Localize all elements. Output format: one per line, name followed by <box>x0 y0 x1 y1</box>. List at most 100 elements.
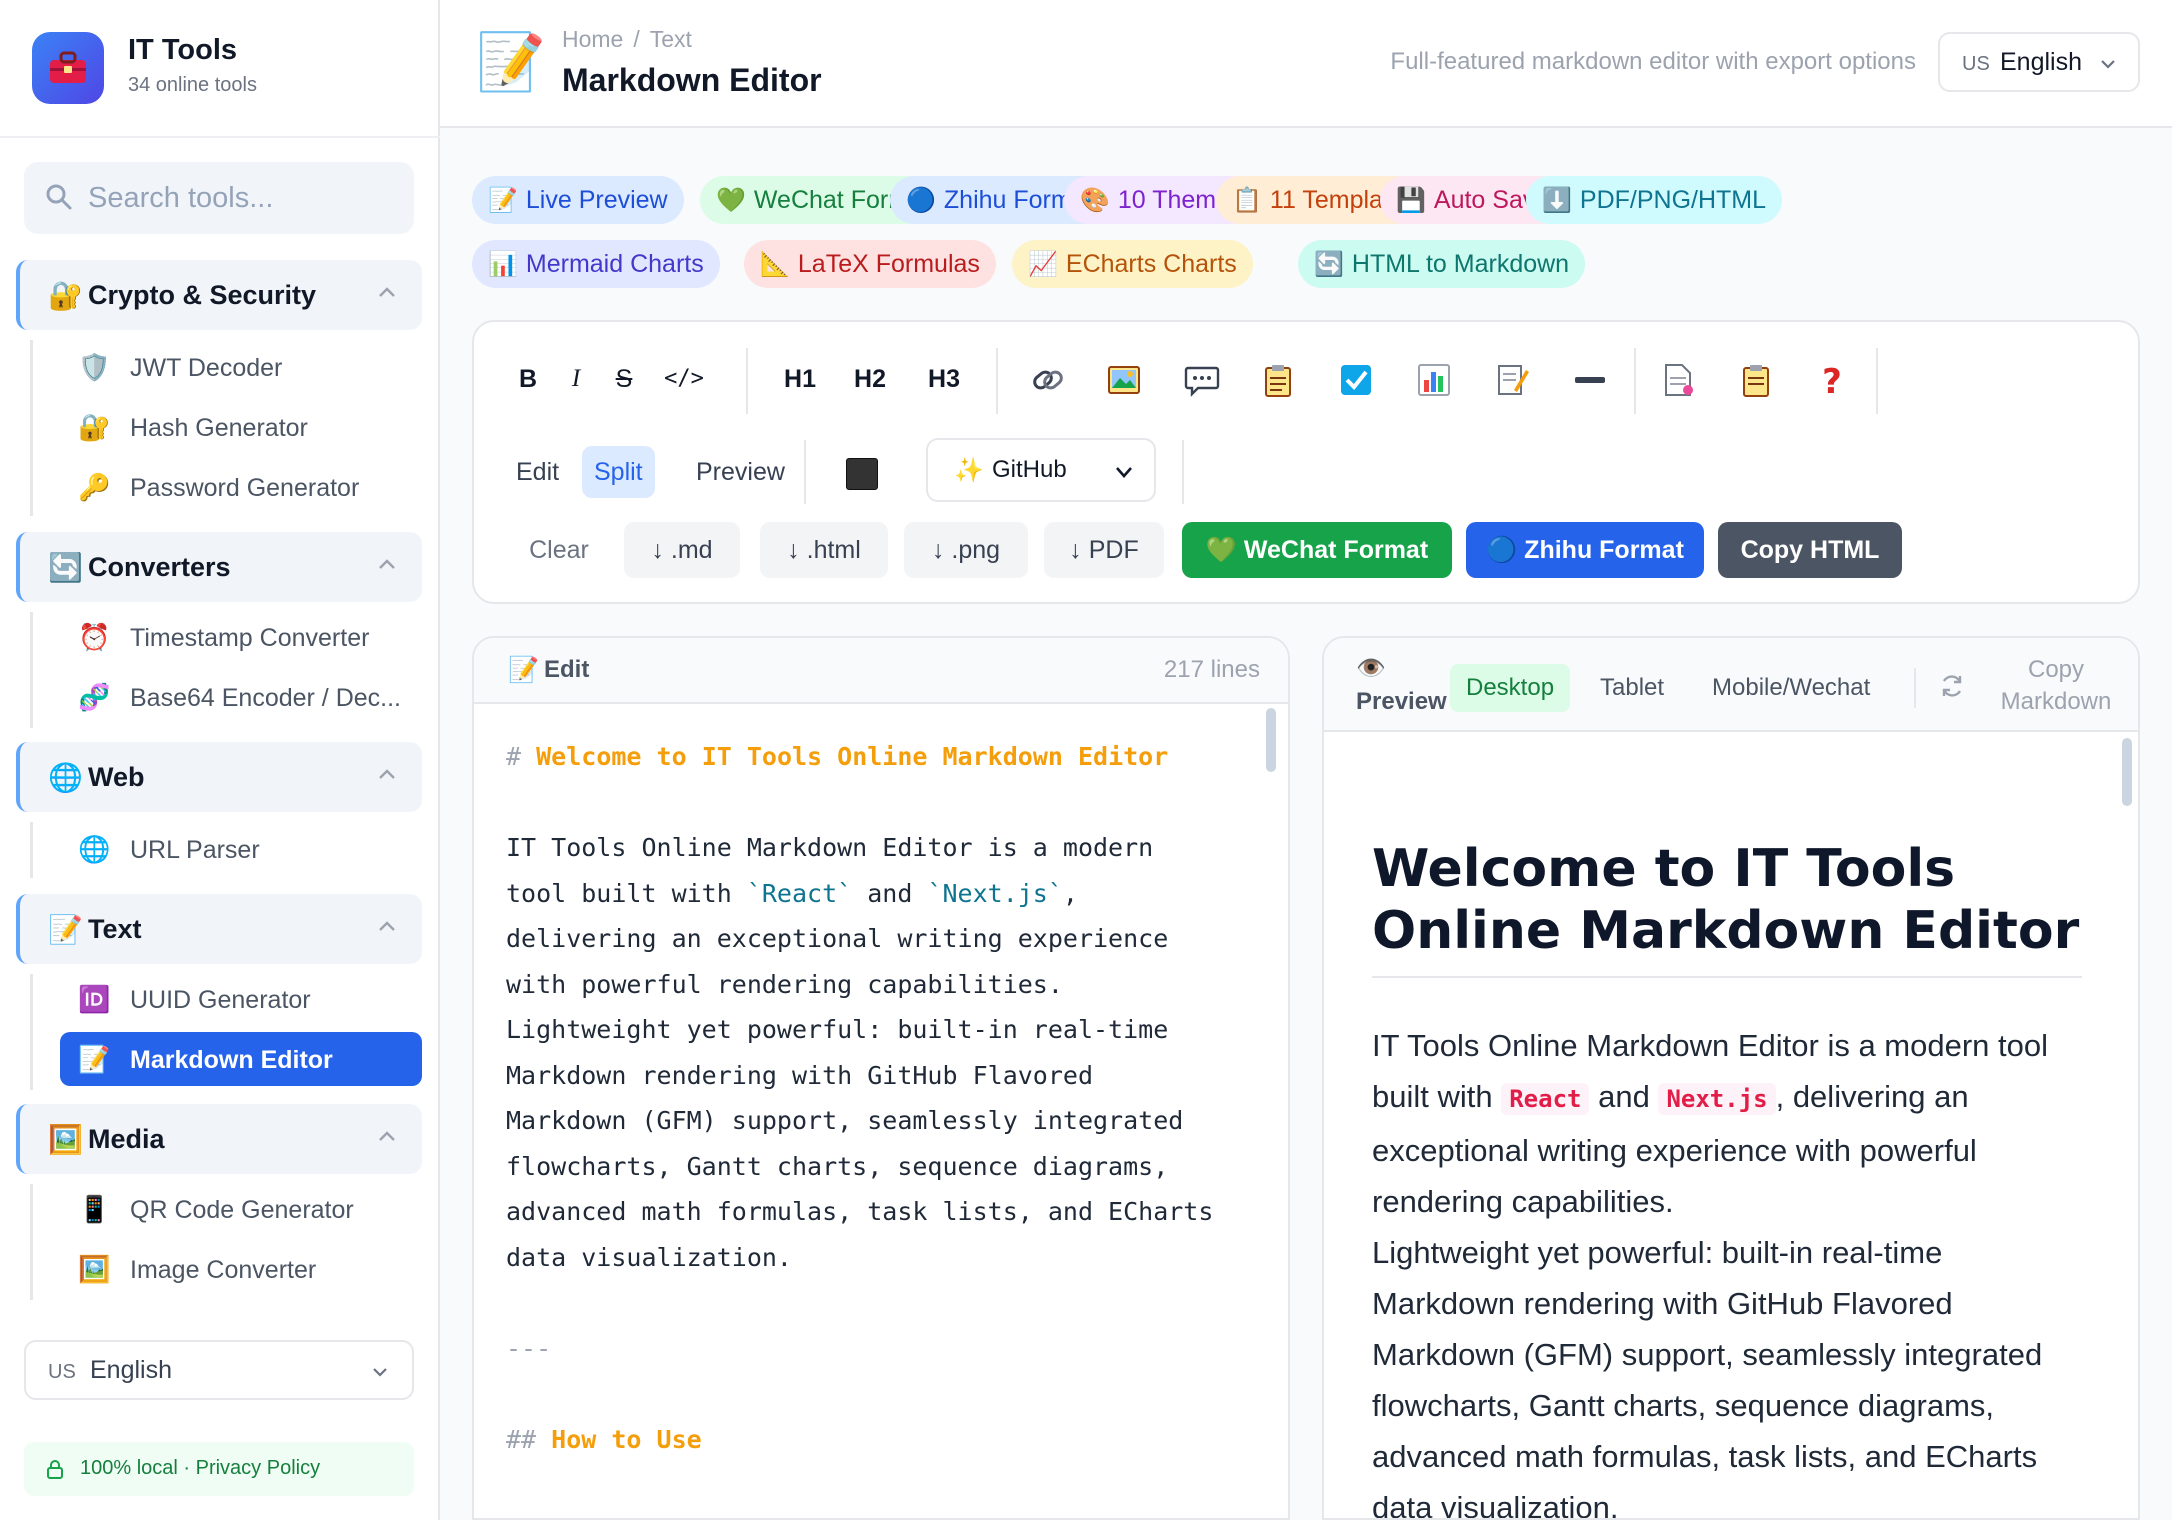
copy-markdown-button[interactable]: Copy Markdown <box>1996 654 2116 718</box>
clear-button[interactable]: Clear <box>504 522 614 578</box>
editor-header: 📝 Edit 217 lines <box>474 638 1288 704</box>
divider <box>1182 440 1184 504</box>
h2-button[interactable]: H2 <box>840 352 900 406</box>
code-line: flowcharts, Gantt charts, sequence diagr… <box>506 1151 1169 1181</box>
category-crypto-security[interactable]: 🔐 Crypto & Security <box>16 260 422 330</box>
app-logo[interactable] <box>32 32 104 104</box>
breadcrumb-text[interactable]: Text <box>650 26 692 52</box>
sidebar-item-label: URL Parser <box>130 836 260 864</box>
code-line: delivering an exceptional writing experi… <box>506 924 1169 953</box>
app-subtitle: 34 online tools <box>128 74 257 96</box>
quote-icon[interactable] <box>1184 362 1220 398</box>
sidebar-item-hash-generator[interactable]: 🔐 Hash Generator <box>60 400 422 454</box>
chevron-up-icon[interactable] <box>376 1126 398 1148</box>
chevron-up-icon[interactable] <box>376 554 398 576</box>
preview-scrollbar[interactable] <box>2122 738 2132 806</box>
image-icon[interactable] <box>1106 362 1142 398</box>
mode-split-button[interactable]: Split <box>582 446 655 498</box>
chevron-up-icon[interactable] <box>376 764 398 786</box>
link-icon[interactable] <box>1030 362 1066 398</box>
refresh-icon: 🔄 <box>1314 251 1344 278</box>
chevron-up-icon[interactable] <box>376 282 398 304</box>
zhihu-format-button[interactable]: 🔵 Zhihu Format <box>1466 522 1704 578</box>
sidebar-item-jwt-decoder[interactable]: 🛡️ JWT Decoder <box>60 340 422 394</box>
tree-line <box>30 822 33 878</box>
tree-line <box>30 612 33 728</box>
checkbox-icon[interactable] <box>1338 362 1374 398</box>
category-web[interactable]: 🌐 Web <box>16 742 422 812</box>
page-description: Full-featured markdown editor with expor… <box>1390 48 1916 75</box>
sidebar-item-image-converter[interactable]: 🖼️ Image Converter <box>60 1242 422 1296</box>
blue-circle-icon: 🔵 <box>906 187 936 214</box>
wechat-format-button[interactable]: 💚 WeChat Format <box>1182 522 1452 578</box>
green-heart-icon: 💚 <box>716 187 746 214</box>
code-block-icon[interactable] <box>1494 362 1530 398</box>
palette-icon: 🎨 <box>1080 187 1110 214</box>
device-mobile-button[interactable]: Mobile/Wechat <box>1696 664 1886 712</box>
export-html-button[interactable]: ↓ .html <box>760 522 888 578</box>
h1-button[interactable]: H1 <box>770 352 830 406</box>
device-desktop-button[interactable]: Desktop <box>1450 664 1571 712</box>
sidebar-item-url-parser[interactable]: 🌐 URL Parser <box>60 822 422 876</box>
breadcrumb: Home / Text <box>562 26 702 53</box>
sidebar-item-base64[interactable]: 🧬 Base64 Encoder / Dec... <box>60 670 422 724</box>
category-text[interactable]: 📝 Text <box>16 894 422 964</box>
export-pdf-button[interactable]: ↓ PDF <box>1044 522 1164 578</box>
inline-code-button[interactable]: </> <box>652 352 716 406</box>
new-doc-icon[interactable] <box>1660 362 1696 398</box>
italic-button[interactable]: I <box>552 352 600 406</box>
lock-icon: 🔐 <box>48 280 83 311</box>
code-line: IT Tools Online Markdown Editor is a mod… <box>506 833 1154 862</box>
privacy-notice[interactable]: 100% local · Privacy Policy <box>24 1442 414 1496</box>
chain-icon: 🧬 <box>78 682 111 712</box>
device-tablet-button[interactable]: Tablet <box>1584 664 1680 712</box>
header-language-select[interactable]: US English <box>1938 32 2140 92</box>
feature-label: ECharts Charts <box>1065 250 1237 278</box>
sidebar-item-label: JWT Decoder <box>130 354 283 382</box>
feature-label: LaTeX Formulas <box>797 250 980 278</box>
bold-button[interactable]: B <box>504 352 552 406</box>
refresh-icon: 🔄 <box>48 552 83 583</box>
category-media[interactable]: 🖼️ Media <box>16 1104 422 1174</box>
strikethrough-button[interactable]: S <box>600 352 648 406</box>
category-converters[interactable]: 🔄 Converters <box>16 532 422 602</box>
search-input[interactable] <box>88 176 388 220</box>
sidebar-item-markdown-editor[interactable]: 📝 Markdown Editor <box>60 1032 422 1086</box>
h3-button[interactable]: H3 <box>914 352 974 406</box>
country-code: US <box>48 1361 76 1383</box>
theme-label: GitHub <box>992 456 1067 483</box>
search-box[interactable] <box>24 162 414 234</box>
breadcrumb-home[interactable]: Home <box>562 26 623 52</box>
dark-mode-toggle[interactable] <box>846 458 878 490</box>
table-icon[interactable] <box>1416 362 1452 398</box>
top-bar: 📝 Home / Text Markdown Editor Full-feature… <box>440 0 2172 128</box>
sidebar-item-qr-code-generator[interactable]: 📱 QR Code Generator <box>60 1182 422 1236</box>
sidebar-language-select[interactable]: US English <box>24 1340 414 1400</box>
list-icon[interactable] <box>1260 362 1296 398</box>
refresh-icon[interactable] <box>1938 672 1966 700</box>
inline-code-text: `Next.js` <box>927 878 1063 908</box>
feature-badge-export: ⬇️ PDF/PNG/HTML <box>1526 176 1783 224</box>
editor-scrollbar[interactable] <box>1266 708 1276 772</box>
sidebar-item-timestamp-converter[interactable]: ⏰ Timestamp Converter <box>60 610 422 664</box>
mode-preview-button[interactable]: Preview <box>684 446 797 498</box>
page-title: Markdown Editor <box>562 62 822 98</box>
chevron-up-icon[interactable] <box>376 916 398 938</box>
copy-html-button[interactable]: Copy HTML <box>1718 522 1902 578</box>
markdown-textarea[interactable]: # Welcome to IT Tools Online Markdown Ed… <box>506 734 1246 1462</box>
hr-line: --- <box>506 1333 552 1363</box>
preview-heading: Welcome to IT Tools Online Markdown Edit… <box>1372 838 2082 978</box>
feature-label: PDF/PNG/HTML <box>1579 186 1767 214</box>
chevron-down-icon <box>1116 467 1132 478</box>
chevron-down-icon <box>373 1368 387 1377</box>
sidebar-item-password-generator[interactable]: 🔑 Password Generator <box>60 460 422 514</box>
mode-edit-button[interactable]: Edit <box>504 446 571 498</box>
template-icon[interactable] <box>1738 362 1774 398</box>
divider-icon[interactable] <box>1572 362 1608 398</box>
export-png-button[interactable]: ↓ .png <box>904 522 1028 578</box>
theme-select[interactable]: ✨ GitHub <box>926 438 1156 502</box>
sidebar-item-uuid-generator[interactable]: 🆔 UUID Generator <box>60 972 422 1026</box>
heading-marker: # <box>506 742 522 771</box>
export-md-button[interactable]: ↓ .md <box>624 522 740 578</box>
help-icon[interactable]: ? <box>1814 362 1850 398</box>
